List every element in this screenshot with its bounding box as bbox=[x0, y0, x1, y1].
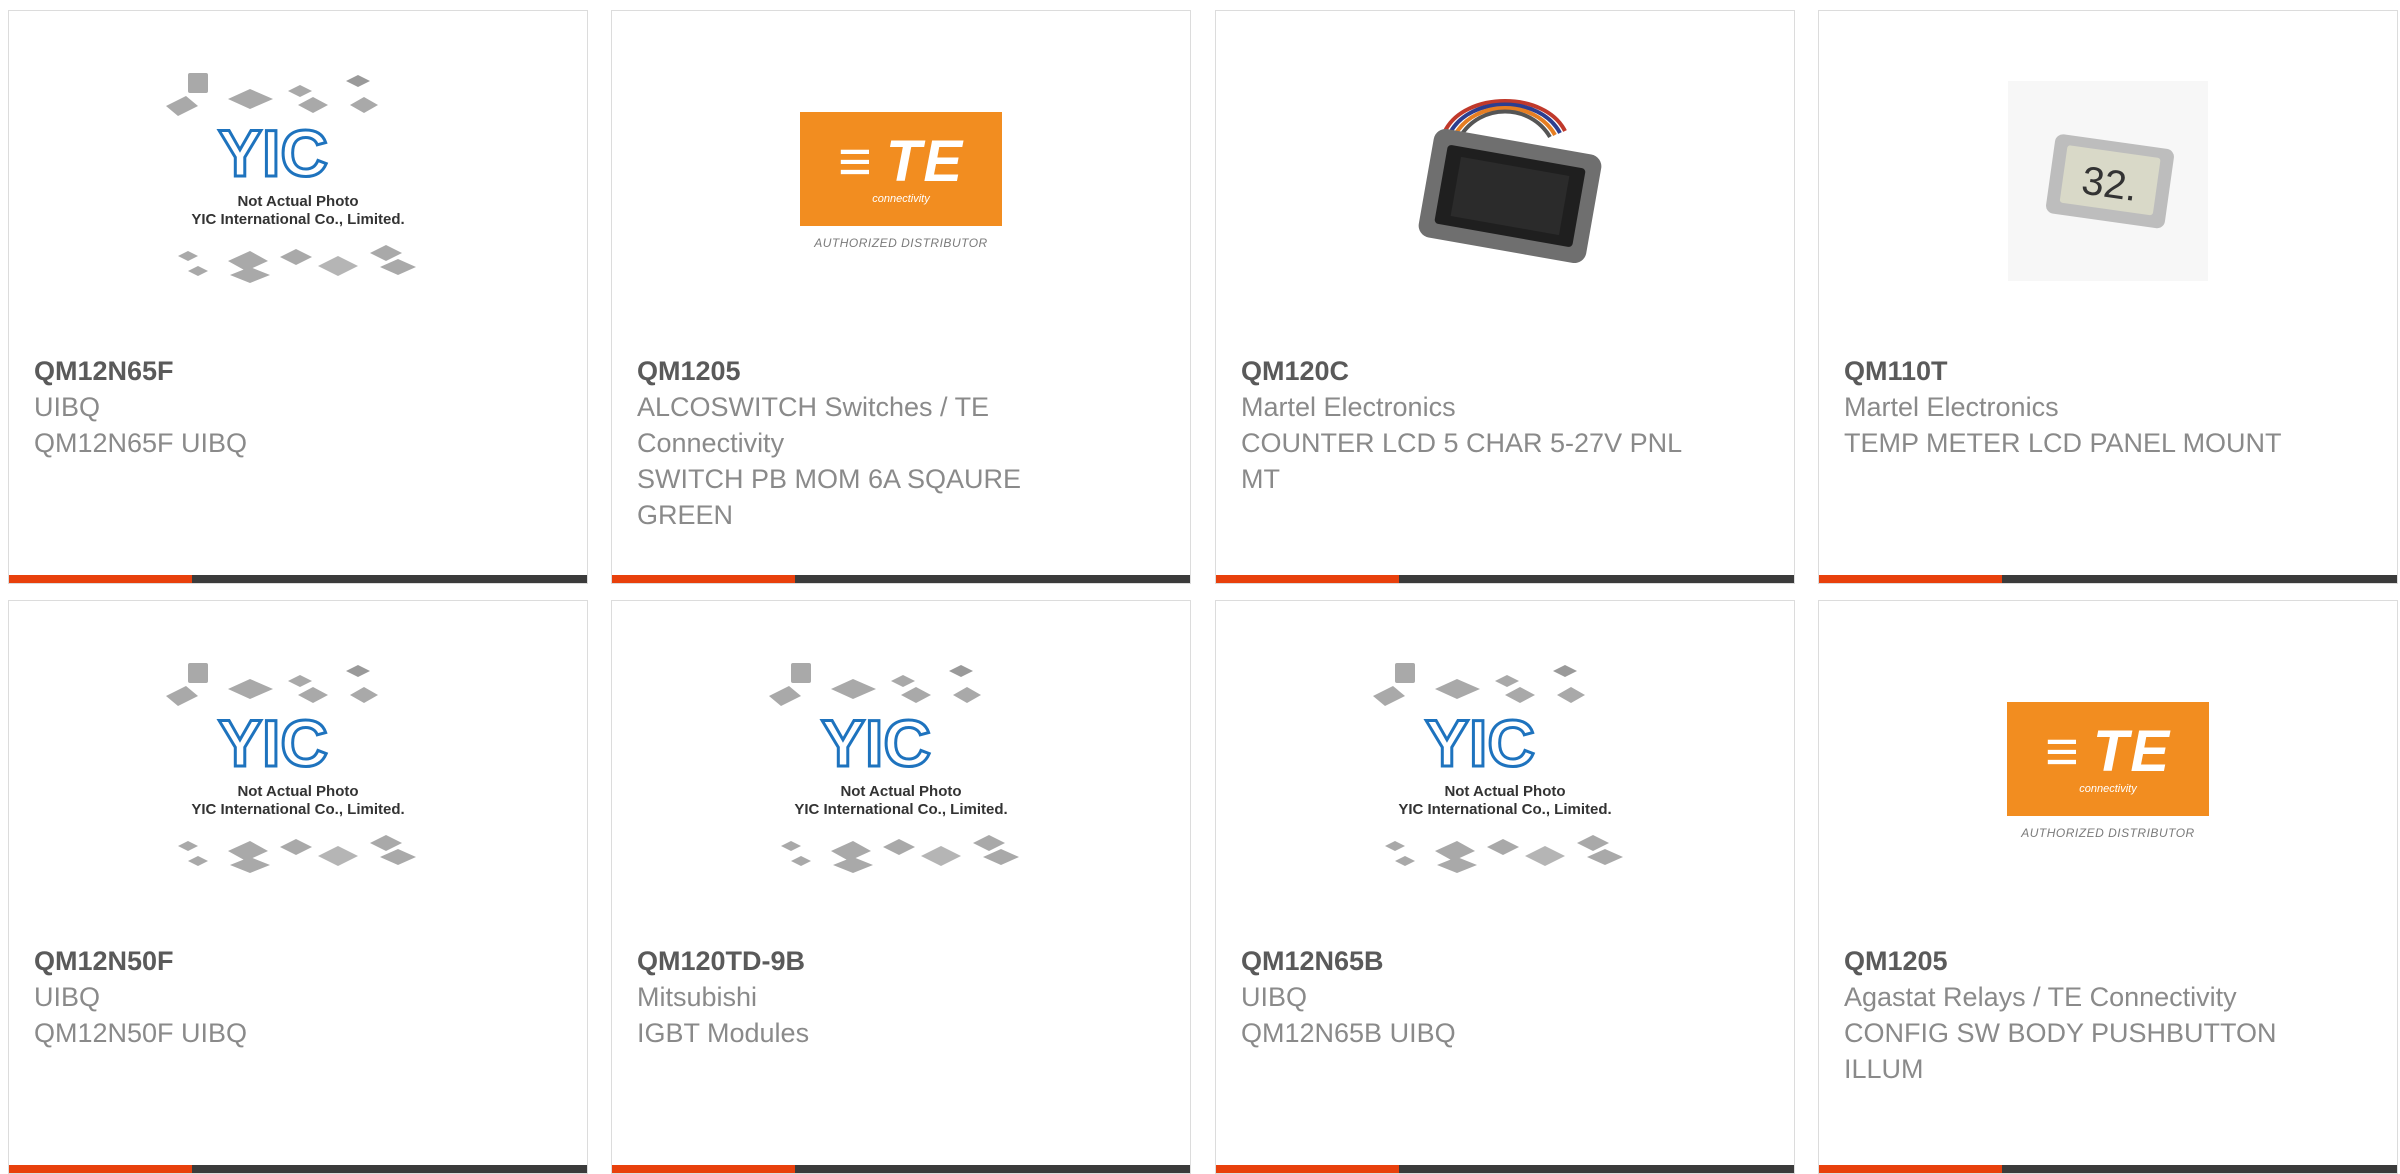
svg-text:YIC: YIC bbox=[821, 706, 931, 780]
manufacturer: Martel Electronics bbox=[1241, 392, 1456, 422]
svg-text:YIC: YIC bbox=[1425, 706, 1535, 780]
card-bottom-bar bbox=[612, 575, 1190, 583]
part-number[interactable]: QM1205 bbox=[637, 353, 1087, 389]
product-info: QM1205 Agastat Relays / TE Connectivity … bbox=[1844, 943, 2294, 1087]
product-info: QM12N50F UIBQ QM12N50F UIBQ bbox=[34, 943, 484, 1051]
manufacturer: Mitsubishi bbox=[637, 982, 758, 1012]
description: COUNTER LCD 5 CHAR 5-27V PNL MT bbox=[1241, 428, 1682, 494]
card-bottom-bar bbox=[9, 1165, 587, 1173]
product-card[interactable]: YIC Not Actual Photo YIC International C… bbox=[8, 10, 588, 584]
card-bottom-bar bbox=[1216, 1165, 1794, 1173]
product-card[interactable]: QM120C Martel Electronics COUNTER LCD 5 … bbox=[1215, 10, 1795, 584]
lcd-counter-photo bbox=[1418, 99, 1602, 264]
description: QM12N65B UIBQ bbox=[1241, 1018, 1456, 1048]
description: SWITCH PB MOM 6A SQAURE GREEN bbox=[637, 464, 1022, 530]
placeholder-line2: YIC International Co., Limited. bbox=[1398, 801, 1611, 818]
part-number[interactable]: QM120TD-9B bbox=[637, 943, 1087, 979]
product-image[interactable] bbox=[1216, 11, 1794, 351]
svg-text:YIC: YIC bbox=[218, 116, 328, 190]
manufacturer: ALCOSWITCH Switches / TE Connectivity bbox=[637, 392, 990, 458]
placeholder-line2: YIC International Co., Limited. bbox=[191, 211, 404, 228]
description: QM12N65F UIBQ bbox=[34, 428, 248, 458]
card-bottom-bar bbox=[1216, 575, 1794, 583]
placeholder-line1: Not Actual Photo bbox=[1444, 783, 1565, 800]
temp-meter-photo: 32. bbox=[2008, 81, 2208, 281]
te-connectivity-logo: ≡ TE connectivity AUTHORIZED DISTRIBUTOR bbox=[800, 112, 1002, 250]
svg-text:YIC: YIC bbox=[218, 706, 328, 780]
product-image[interactable]: ≡ TE connectivity AUTHORIZED DISTRIBUTOR bbox=[1819, 601, 2397, 941]
manufacturer: UIBQ bbox=[34, 982, 101, 1012]
placeholder-line1: Not Actual Photo bbox=[237, 783, 358, 800]
product-image[interactable]: YIC Not Actual Photo YIC International C… bbox=[9, 601, 587, 941]
placeholder-line1: Not Actual Photo bbox=[840, 783, 961, 800]
description: CONFIG SW BODY PUSHBUTTON ILLUM bbox=[1844, 1018, 2277, 1084]
yic-placeholder-image: YIC Not Actual Photo YIC International C… bbox=[166, 73, 416, 283]
placeholder-line2: YIC International Co., Limited. bbox=[191, 801, 404, 818]
description: IGBT Modules bbox=[637, 1018, 810, 1048]
product-image[interactable]: 32. bbox=[1819, 11, 2397, 351]
product-card[interactable]: ≡ TE connectivity AUTHORIZED DISTRIBUTOR… bbox=[611, 10, 1191, 584]
description: QM12N50F UIBQ bbox=[34, 1018, 248, 1048]
yic-placeholder-image: YIC Not Actual Photo YIC International C… bbox=[166, 663, 416, 873]
product-card[interactable]: YIC Not Actual Photo YIC International C… bbox=[1215, 600, 1795, 1174]
manufacturer: UIBQ bbox=[34, 392, 101, 422]
part-number[interactable]: QM1205 bbox=[1844, 943, 2294, 979]
product-info: QM12N65F UIBQ QM12N65F UIBQ bbox=[34, 353, 484, 461]
manufacturer: Martel Electronics bbox=[1844, 392, 2059, 422]
card-bottom-bar bbox=[9, 575, 587, 583]
product-card[interactable]: YIC Not Actual Photo YIC International C… bbox=[8, 600, 588, 1174]
description: TEMP METER LCD PANEL MOUNT bbox=[1844, 428, 2282, 458]
part-number[interactable]: QM12N65F bbox=[34, 353, 484, 389]
product-info: QM120TD-9B Mitsubishi IGBT Modules bbox=[637, 943, 1087, 1051]
card-bottom-bar bbox=[612, 1165, 1190, 1173]
card-bottom-bar bbox=[1819, 1165, 2397, 1173]
product-image[interactable]: YIC Not Actual Photo YIC International C… bbox=[1216, 601, 1794, 941]
product-info: QM120C Martel Electronics COUNTER LCD 5 … bbox=[1241, 353, 1691, 497]
part-number[interactable]: QM120C bbox=[1241, 353, 1691, 389]
product-image[interactable]: ≡ TE connectivity AUTHORIZED DISTRIBUTOR bbox=[612, 11, 1190, 351]
card-bottom-bar bbox=[1819, 575, 2397, 583]
manufacturer: UIBQ bbox=[1241, 982, 1308, 1012]
product-info: QM110T Martel Electronics TEMP METER LCD… bbox=[1844, 353, 2294, 461]
product-info: QM1205 ALCOSWITCH Switches / TE Connecti… bbox=[637, 353, 1087, 533]
te-connectivity-logo: ≡ TE connectivity AUTHORIZED DISTRIBUTOR bbox=[2007, 702, 2209, 840]
yic-placeholder-image: YIC Not Actual Photo YIC International C… bbox=[769, 663, 1019, 873]
part-number[interactable]: QM12N65B bbox=[1241, 943, 1691, 979]
product-info: QM12N65B UIBQ QM12N65B UIBQ bbox=[1241, 943, 1691, 1051]
yic-placeholder-image: YIC Not Actual Photo YIC International C… bbox=[1373, 663, 1623, 873]
product-card[interactable]: 32. QM110T Martel Electronics TEMP METER… bbox=[1818, 10, 2398, 584]
part-number[interactable]: QM110T bbox=[1844, 353, 2294, 389]
placeholder-line1: Not Actual Photo bbox=[237, 193, 358, 210]
product-card[interactable]: ≡ TE connectivity AUTHORIZED DISTRIBUTOR… bbox=[1818, 600, 2398, 1174]
temp-reading: 32. bbox=[2079, 159, 2140, 210]
placeholder-line2: YIC International Co., Limited. bbox=[794, 801, 1007, 818]
product-image[interactable]: YIC Not Actual Photo YIC International C… bbox=[9, 11, 587, 351]
product-image[interactable]: YIC Not Actual Photo YIC International C… bbox=[612, 601, 1190, 941]
manufacturer: Agastat Relays / TE Connectivity bbox=[1844, 982, 2237, 1012]
part-number[interactable]: QM12N50F bbox=[34, 943, 484, 979]
product-card[interactable]: YIC Not Actual Photo YIC International C… bbox=[611, 600, 1191, 1174]
